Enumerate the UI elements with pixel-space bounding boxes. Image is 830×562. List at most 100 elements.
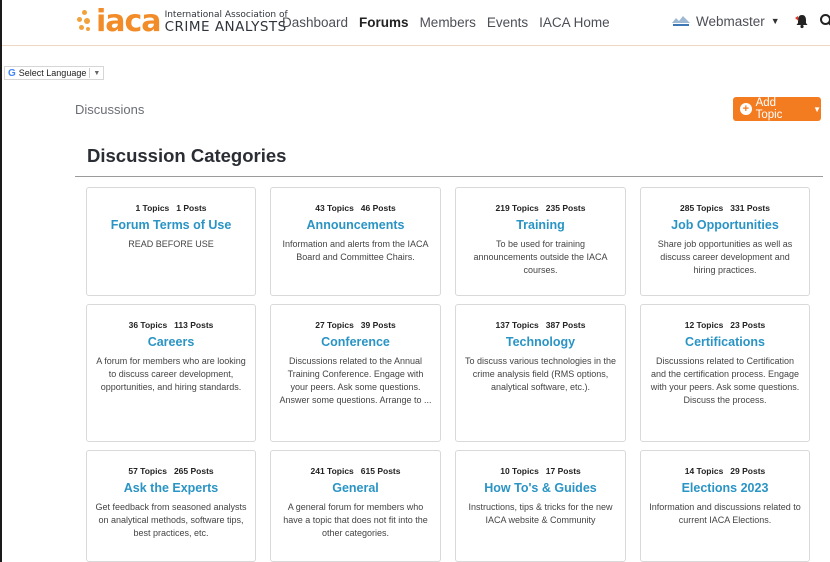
category-title[interactable]: How To's & Guides — [464, 481, 617, 496]
category-card[interactable]: 137 Topics 387 Posts Technology To discus… — [455, 304, 626, 442]
user-avatar-icon — [672, 16, 690, 26]
topic-count: 137 Topics — [495, 320, 539, 330]
post-count: 387 Posts — [545, 320, 586, 330]
section-divider — [75, 176, 823, 177]
category-counts: 137 Topics 387 Posts — [464, 320, 617, 330]
topic-count: 12 Topics — [684, 320, 724, 330]
language-select-divider — [89, 68, 91, 78]
nav-events[interactable]: Events — [487, 15, 528, 30]
logo-wordmark: International Association of CRIME ANALY… — [165, 10, 288, 35]
category-title[interactable]: Certifications — [649, 335, 801, 350]
section-title: Discussion Categories — [87, 145, 287, 166]
nav-dashboard[interactable]: Dashboard — [282, 15, 348, 30]
nav-forums[interactable]: Forums — [359, 15, 409, 30]
topic-count: 1 Topics — [135, 203, 170, 213]
category-counts: 43 Topics 46 Posts — [279, 203, 432, 213]
post-count: 39 Posts — [360, 320, 396, 330]
nav-members[interactable]: Members — [420, 15, 476, 30]
category-title[interactable]: General — [279, 481, 432, 496]
category-description: A forum for members who are looking to d… — [96, 356, 246, 392]
post-count: 29 Posts — [730, 466, 766, 476]
category-card[interactable]: 241 Topics 615 Posts General A general fo… — [270, 450, 441, 562]
category-title[interactable]: Conference — [279, 335, 432, 350]
category-description: Information and discussions related to c… — [649, 502, 801, 525]
category-description: To be used for training announcements ou… — [473, 239, 608, 275]
topic-count: 14 Topics — [684, 466, 724, 476]
topic-count: 57 Topics — [128, 466, 167, 476]
logo-line-1: International Association of — [164, 9, 288, 20]
category-counts: 285 Topics 331 Posts — [649, 203, 801, 213]
language-select[interactable]: G Select Language ▼ — [4, 66, 105, 80]
post-count: 235 Posts — [545, 203, 586, 213]
post-count: 265 Posts — [173, 466, 214, 476]
category-card[interactable]: 43 Topics 46 Posts Announcements Informat… — [270, 187, 441, 296]
logo-line-2: CRIME ANALYSTS — [164, 18, 287, 35]
plus-circle-icon: + — [740, 103, 752, 115]
category-counts: 57 Topics 265 Posts — [95, 466, 247, 476]
category-description: Get feedback from seasoned analysts on a… — [95, 502, 247, 538]
topic-count: 241 Topics — [310, 466, 354, 476]
category-description: Information and alerts from the IACA Boa… — [282, 239, 429, 262]
category-counts: 241 Topics 615 Posts — [279, 466, 432, 476]
category-counts: 12 Topics 23 Posts — [649, 320, 801, 330]
topic-count: 27 Topics — [315, 320, 354, 330]
category-counts: 1 Topics 1 Posts — [95, 203, 247, 213]
bell-icon[interactable] — [794, 13, 810, 29]
category-counts: 219 Topics 235 Posts — [464, 203, 617, 213]
user-name: Webmaster — [696, 13, 765, 29]
category-description: Discussions related to the Annual Traini… — [279, 356, 432, 405]
category-card[interactable]: 14 Topics 29 Posts Elections 2023 Informa… — [640, 450, 810, 562]
topic-count: 10 Topics — [500, 466, 539, 476]
post-count: 23 Posts — [730, 320, 766, 330]
caret-down-icon: ▼ — [770, 16, 780, 26]
category-title[interactable]: Careers — [95, 335, 247, 350]
add-topic-label: Add Topic — [755, 97, 783, 121]
topic-count: 285 Topics — [679, 203, 724, 213]
post-count: 17 Posts — [545, 466, 581, 476]
category-title[interactable]: Forum Terms of Use — [95, 218, 247, 233]
category-card[interactable]: 1 Topics 1 Posts Forum Terms of Use READ … — [86, 187, 256, 296]
page-left-border — [0, 0, 2, 562]
category-description: Discussions related to Certification and… — [650, 356, 800, 405]
top-navigation-bar: iaca International Association of CRIME … — [2, 0, 830, 46]
category-description: A general forum for members who have a t… — [283, 502, 428, 538]
category-counts: 36 Topics 113 Posts — [95, 320, 247, 330]
category-description: Instructions, tips & tricks for the new … — [468, 502, 613, 525]
post-count: 113 Posts — [174, 320, 214, 330]
category-description: To discuss various technologies in the c… — [464, 356, 617, 392]
category-counts: 27 Topics 39 Posts — [279, 320, 432, 330]
category-title[interactable]: Training — [464, 218, 617, 233]
category-title[interactable]: Elections 2023 — [649, 481, 801, 496]
category-card[interactable]: 12 Topics 23 Posts Certifications Discuss… — [640, 304, 810, 442]
category-card[interactable]: 36 Topics 113 Posts Careers A forum for m… — [86, 304, 256, 442]
category-title[interactable]: Job Opportunities — [649, 218, 801, 233]
category-title[interactable]: Ask the Experts — [95, 481, 247, 496]
logo-dots-icon — [77, 9, 93, 35]
category-card[interactable]: 285 Topics 331 Posts Job Opportunities Sh… — [640, 187, 810, 296]
post-count: 46 Posts — [360, 203, 396, 213]
topic-count: 36 Topics — [128, 320, 168, 330]
category-title[interactable]: Technology — [464, 335, 617, 350]
category-description: Share job opportunities as well as discu… — [657, 239, 793, 275]
post-count: 615 Posts — [360, 466, 401, 476]
search-icon[interactable] — [819, 13, 830, 29]
breadcrumb[interactable]: Discussions — [75, 102, 144, 117]
post-count: 1 Posts — [176, 203, 207, 213]
category-card[interactable]: 219 Topics 235 Posts Training To be used … — [455, 187, 626, 296]
category-card[interactable]: 10 Topics 17 Posts How To's & Guides Inst… — [455, 450, 626, 562]
user-menu[interactable]: Webmaster ▼ — [670, 13, 830, 29]
topic-count: 219 Topics — [495, 203, 539, 213]
language-select-label: Select Language — [18, 68, 87, 78]
category-card[interactable]: 57 Topics 265 Posts Ask the Experts Get f… — [86, 450, 256, 562]
add-topic-button[interactable]: + Add Topic ▼ — [733, 97, 821, 121]
category-counts: 14 Topics 29 Posts — [649, 466, 801, 476]
nav-iaca-home[interactable]: IACA Home — [539, 15, 610, 30]
iaca-logo[interactable]: iaca International Association of CRIME … — [77, 4, 288, 39]
category-counts: 10 Topics 17 Posts — [464, 466, 617, 476]
category-description: READ BEFORE USE — [128, 239, 214, 249]
logo-mark: iaca — [96, 4, 162, 39]
post-count: 331 Posts — [730, 203, 770, 213]
category-card[interactable]: 27 Topics 39 Posts Conference Discussions… — [270, 304, 441, 442]
category-title[interactable]: Announcements — [279, 218, 432, 233]
main-nav: Dashboard Forums Members Events IACA Hom… — [282, 15, 610, 30]
